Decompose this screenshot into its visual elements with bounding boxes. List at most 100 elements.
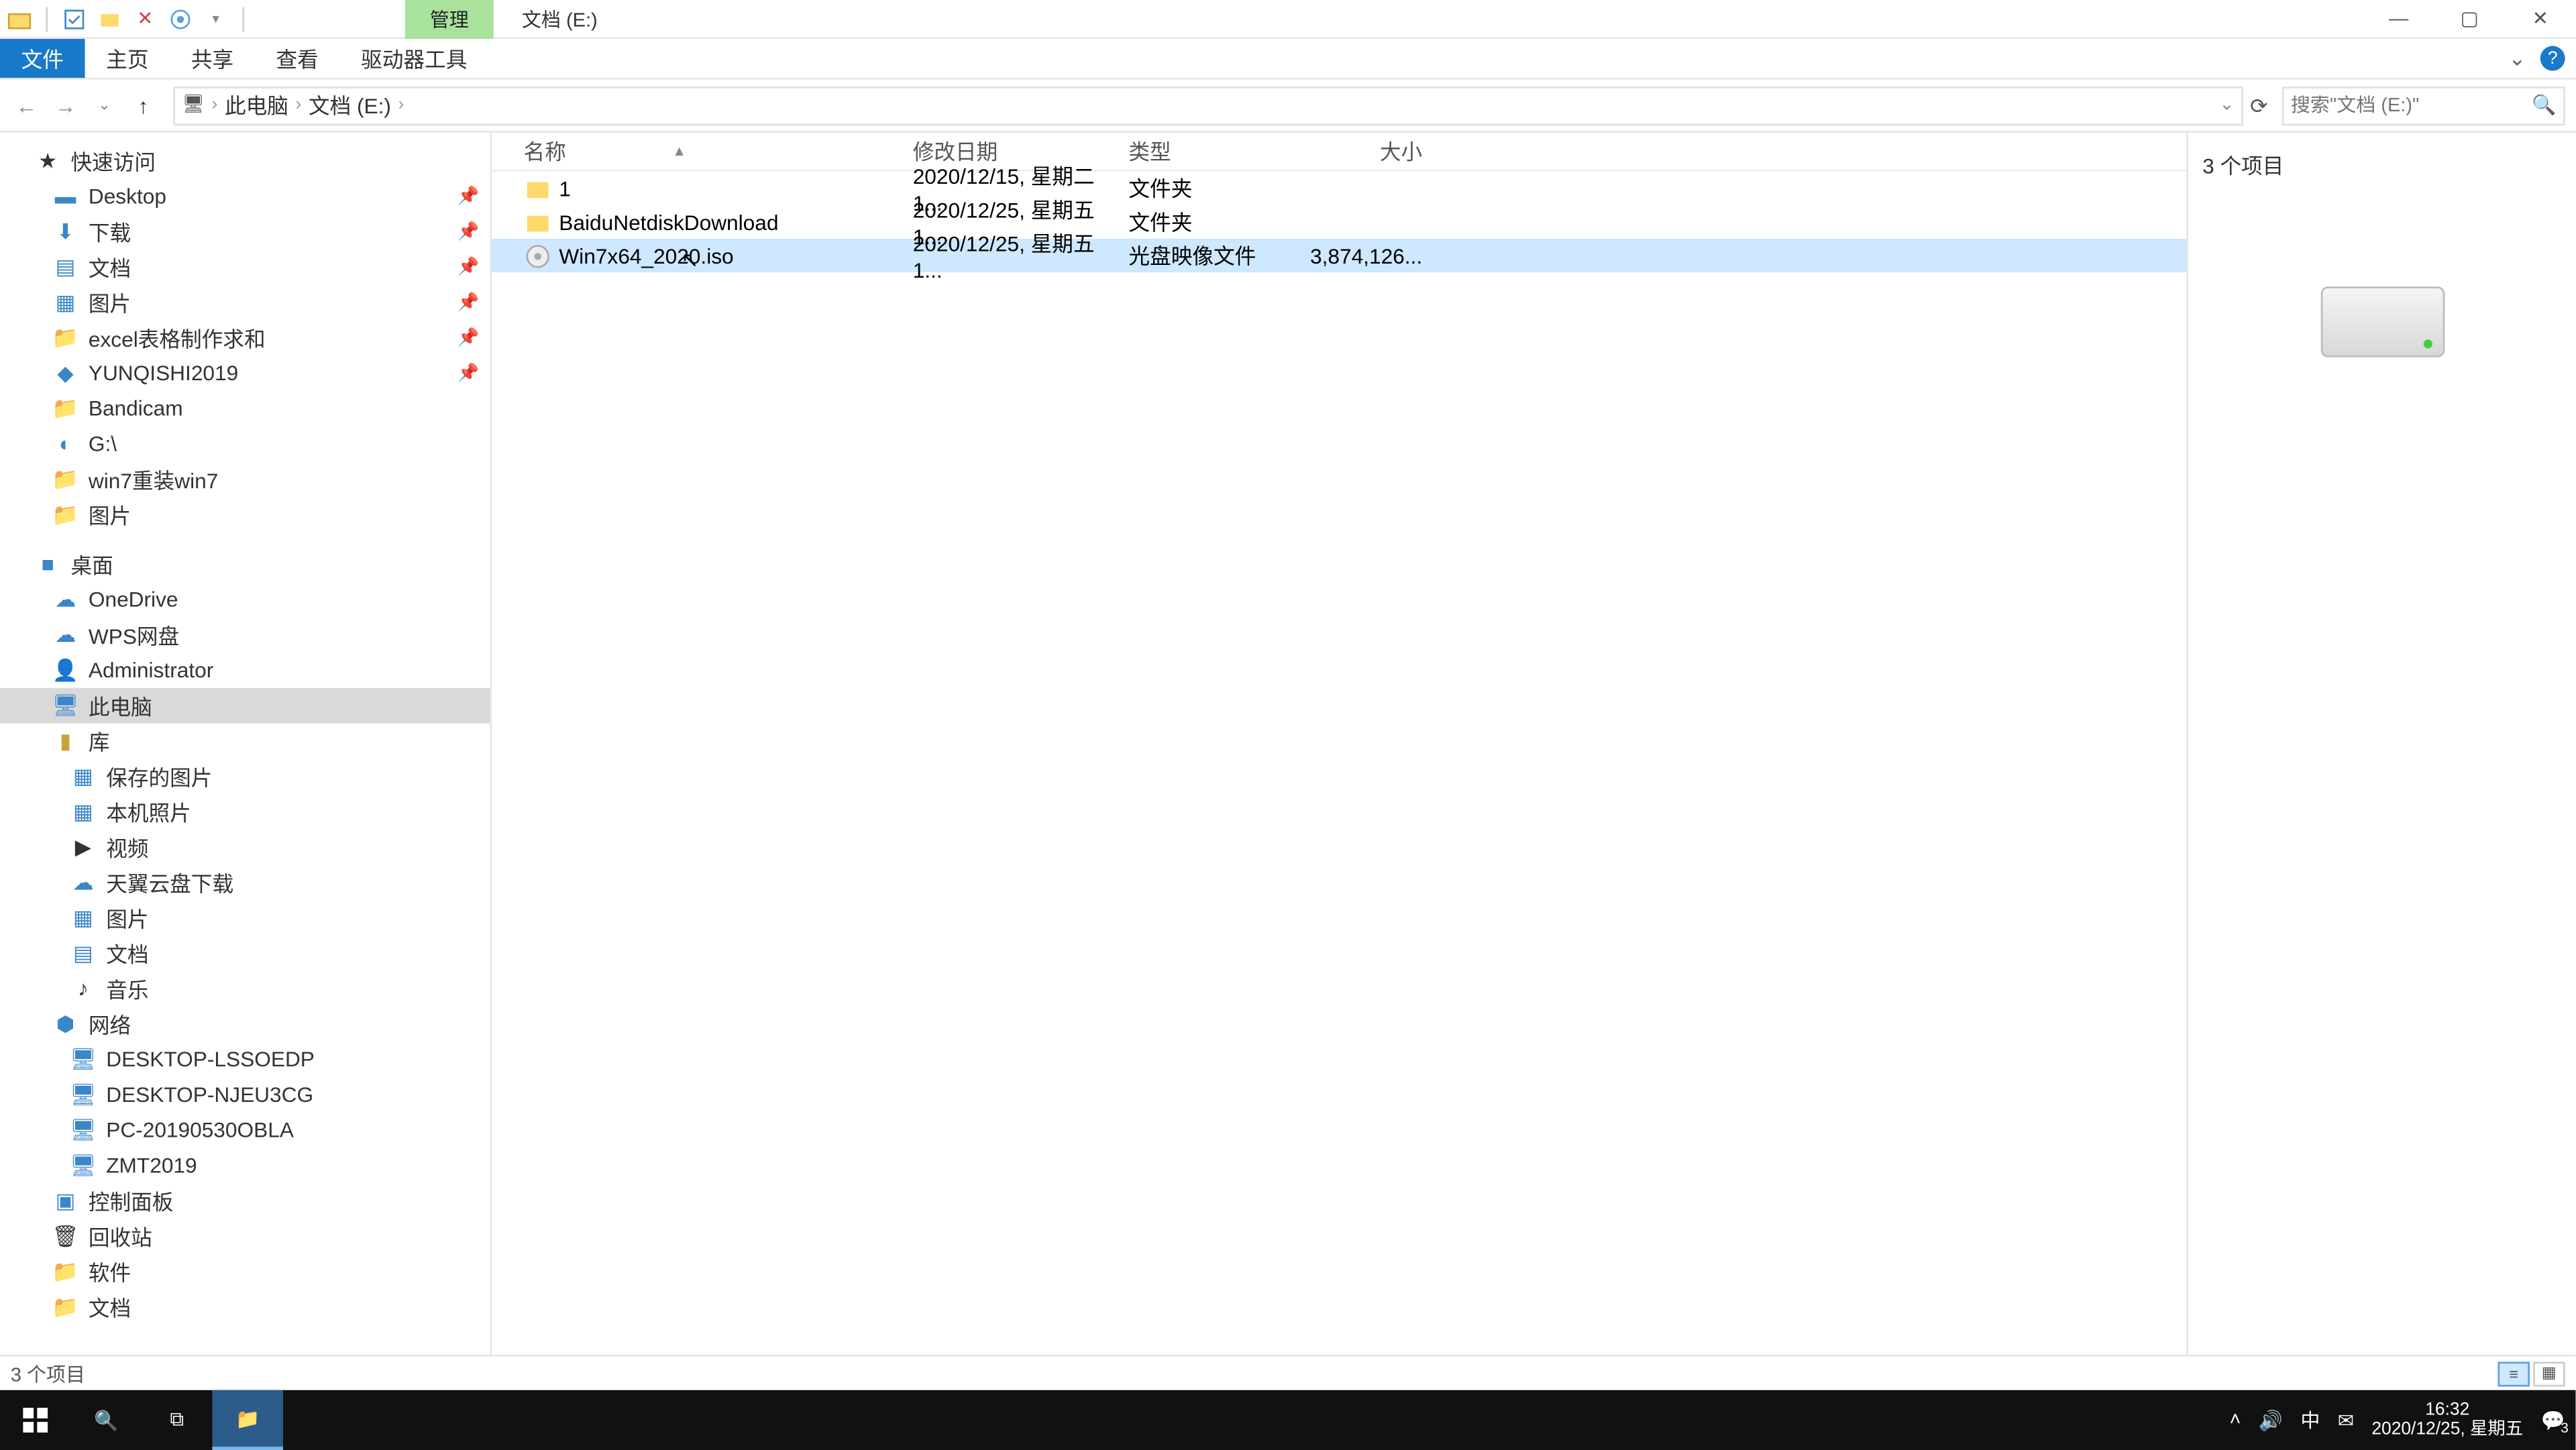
tree-pictures3[interactable]: ▦图片: [0, 900, 490, 936]
file-row[interactable]: BaiduNetdiskDownload2020/12/25, 星期五 1...…: [492, 205, 2186, 239]
tree-admin[interactable]: 👤Administrator: [0, 653, 490, 688]
tree-this-pc[interactable]: 🖥此电脑: [0, 688, 490, 724]
file-row[interactable]: Win7x64_2020.iso2020/12/25, 星期五 1...光盘映像…: [492, 239, 2186, 272]
tree-documents2[interactable]: ▤文档: [0, 936, 490, 971]
breadcrumb[interactable]: 🖥 › 此电脑 › 文档 (E:) › ⌄: [173, 86, 2243, 125]
preview-item-count: 3 个项目: [2202, 150, 2284, 180]
qat-dropdown-icon[interactable]: ▾: [203, 6, 228, 31]
breadcrumb-pc[interactable]: 此电脑: [225, 90, 288, 120]
status-bar: 3 个项目 ≡ ▦: [0, 1355, 2575, 1390]
nav-tree[interactable]: ★快速访问 ▬Desktop📌 ⬇下载📌 ▤文档📌 ▦图片📌 📁excel表格制…: [0, 133, 492, 1355]
tray-overflow-icon[interactable]: ˄: [2229, 1410, 2241, 1431]
tree-net-pc1[interactable]: 🖥DESKTOP-LSSOEDP: [0, 1042, 490, 1077]
tree-network[interactable]: ⬢网络: [0, 1006, 490, 1042]
minimize-button[interactable]: —: [2363, 0, 2434, 38]
taskbar: 🔍 ⧉ 📁 ˄ 🔊 中 ✉ 16:32 2020/12/25, 星期五 💬3: [0, 1390, 2575, 1450]
tree-quick-access[interactable]: ★快速访问: [0, 144, 490, 179]
nav-up-button[interactable]: ↑: [127, 89, 159, 121]
tree-desktop-root[interactable]: ■桌面: [0, 547, 490, 582]
maximize-button[interactable]: ▢: [2434, 0, 2505, 38]
video-icon: ▶: [70, 835, 95, 860]
file-row[interactable]: 12020/12/15, 星期二 1...文件夹: [492, 172, 2186, 205]
pin-icon: 📌: [458, 258, 480, 277]
tree-documents3[interactable]: 📁文档: [0, 1289, 490, 1325]
tree-desktop[interactable]: ▬Desktop📌: [0, 178, 490, 214]
nav-forward-button[interactable]: →: [50, 89, 81, 121]
tree-saved-pics[interactable]: ▦保存的图片: [0, 759, 490, 794]
qat-settings-icon[interactable]: [168, 6, 193, 31]
music-icon: ♪: [70, 977, 95, 1001]
tree-win7[interactable]: 📁win7重装win7: [0, 461, 490, 497]
nav-recent-dropdown[interactable]: ⌄: [89, 89, 120, 121]
tree-excel-folder[interactable]: 📁excel表格制作求和📌: [0, 320, 490, 355]
tab-share[interactable]: 共享: [170, 39, 255, 78]
tab-home[interactable]: 主页: [85, 39, 170, 78]
tree-recycle-bin[interactable]: 🗑回收站: [0, 1219, 490, 1254]
qat-properties-icon[interactable]: [62, 6, 87, 31]
view-icons-button[interactable]: ▦: [2533, 1361, 2565, 1386]
chevron-right-icon[interactable]: ›: [398, 95, 405, 115]
file-name: Win7x64_2020.iso: [559, 243, 912, 268]
tree-software[interactable]: 📁软件: [0, 1254, 490, 1290]
search-input[interactable]: [2291, 95, 2532, 116]
tree-net-pc3[interactable]: 🖥PC-20190530OBLA: [0, 1113, 490, 1148]
file-type: 文件夹: [1128, 173, 1305, 203]
pc-icon: 🖥: [53, 693, 78, 718]
file-name: 1: [559, 176, 912, 201]
tree-control-panel[interactable]: ▣控制面板: [0, 1183, 490, 1219]
pin-icon: 📌: [458, 292, 480, 312]
tray-ime-icon[interactable]: 中: [2300, 1406, 2320, 1434]
tree-onedrive[interactable]: ☁OneDrive: [0, 582, 490, 618]
col-type[interactable]: 类型: [1128, 136, 1305, 166]
title-bar: ✕ ▾ 管理 文档 (E:) — ▢ ✕: [0, 0, 2575, 39]
col-name[interactable]: 名称▲: [524, 136, 913, 166]
chevron-right-icon[interactable]: ›: [212, 95, 218, 115]
tray-action-center-icon[interactable]: 💬3: [2541, 1408, 2565, 1431]
tree-gdrive[interactable]: ◐G:\: [0, 427, 490, 462]
taskbar-explorer-button[interactable]: 📁: [212, 1390, 282, 1450]
chevron-right-icon[interactable]: ›: [296, 95, 302, 115]
tree-downloads[interactable]: ⬇下载📌: [0, 214, 490, 249]
start-button[interactable]: [0, 1390, 70, 1450]
tree-libraries[interactable]: ▮库: [0, 724, 490, 759]
pc-icon: 🖥: [70, 1118, 95, 1143]
task-view-button[interactable]: ⧉: [142, 1390, 212, 1450]
qat-delete-icon[interactable]: ✕: [133, 6, 158, 31]
search-box[interactable]: 🔍: [2282, 86, 2565, 125]
qat-new-folder-icon[interactable]: [97, 6, 122, 31]
nav-back-button[interactable]: ←: [11, 89, 42, 121]
help-icon[interactable]: ?: [2540, 46, 2565, 71]
tree-video[interactable]: ▶视频: [0, 830, 490, 865]
col-size[interactable]: 大小: [1305, 136, 1430, 166]
breadcrumb-drive[interactable]: 文档 (E:): [309, 90, 391, 120]
tree-camera-roll[interactable]: ▦本机照片: [0, 794, 490, 830]
tree-pictures2[interactable]: 📁图片: [0, 497, 490, 533]
tab-drive-tools[interactable]: 驱动器工具: [339, 39, 488, 78]
tree-pictures[interactable]: ▦图片📌: [0, 285, 490, 321]
tray-volume-icon[interactable]: 🔊: [2259, 1408, 2283, 1431]
desktop-icon: ▬: [53, 184, 78, 209]
picture-icon: ▦: [53, 290, 78, 315]
tree-wps[interactable]: ☁WPS网盘: [0, 617, 490, 653]
tree-bandicam[interactable]: 📁Bandicam: [0, 391, 490, 427]
tree-net-pc2[interactable]: 🖥DESKTOP-NJEU3CG: [0, 1077, 490, 1113]
picture-icon: ▦: [70, 764, 95, 789]
tab-view[interactable]: 查看: [255, 39, 340, 78]
tab-file[interactable]: 文件: [0, 39, 85, 78]
search-icon[interactable]: 🔍: [2532, 94, 2556, 117]
ribbon-expand-icon[interactable]: ⌄: [2508, 46, 2526, 71]
view-details-button[interactable]: ≡: [2498, 1361, 2529, 1386]
tree-music[interactable]: ♪音乐: [0, 971, 490, 1007]
tree-documents[interactable]: ▤文档📌: [0, 249, 490, 285]
close-button[interactable]: ✕: [2505, 0, 2575, 38]
breadcrumb-dropdown-icon[interactable]: ⌄: [2219, 95, 2234, 115]
taskbar-search-button[interactable]: 🔍: [70, 1390, 141, 1450]
file-date: 2020/12/25, 星期五 1...: [913, 228, 1129, 283]
tree-yunqishi[interactable]: ◆YUNQISHI2019📌: [0, 355, 490, 391]
drive-preview-icon: [2320, 286, 2444, 357]
tray-clock[interactable]: 16:32 2020/12/25, 星期五: [2371, 1401, 2523, 1440]
tree-tianyi[interactable]: ☁天翼云盘下载: [0, 865, 490, 900]
tray-notification-icon[interactable]: ✉: [2338, 1408, 2354, 1431]
tree-net-pc4[interactable]: 🖥ZMT2019: [0, 1148, 490, 1183]
refresh-icon[interactable]: ⟳: [2250, 93, 2268, 117]
